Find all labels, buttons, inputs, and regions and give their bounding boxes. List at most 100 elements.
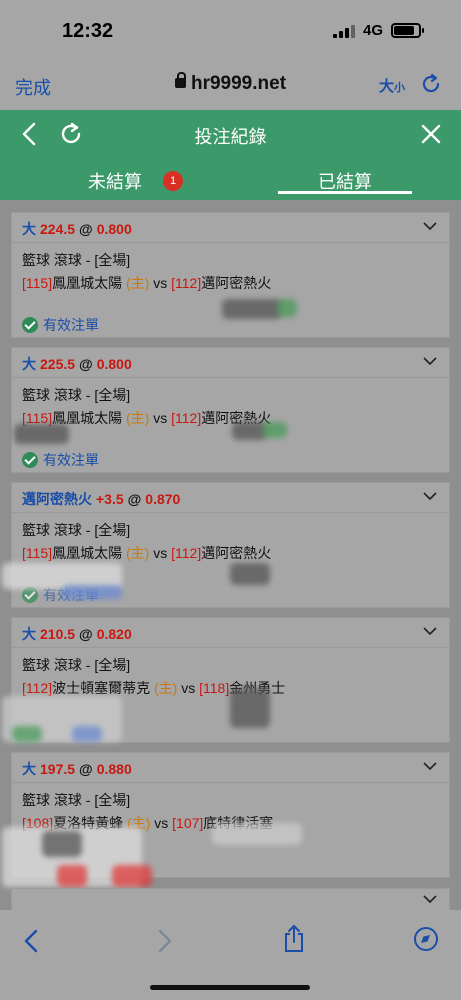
chevron-down-icon[interactable]	[423, 894, 437, 904]
bet-line: +3.5	[96, 491, 124, 507]
away-team-id: [107]	[172, 815, 204, 831]
match-line: [115]鳳凰城太陽 (主) vs [112]邁阿密熱火	[22, 273, 271, 293]
at-sign: @	[79, 626, 93, 642]
chevron-down-icon[interactable]	[423, 626, 437, 636]
away-team-id: [112]	[171, 545, 202, 561]
sport-label: 籃球 滾球 - [全場]	[22, 792, 131, 808]
signal-icon	[332, 24, 355, 38]
chevron-down-icon[interactable]	[423, 221, 437, 231]
bet-list[interactable]: 大 224.5 @0.800 籃球 滾球 - [全場] [115]鳳凰城太陽 (主)…	[0, 200, 461, 910]
sport-label: 籃球 滾球 - [全場]	[22, 522, 131, 538]
pending-count-badge: 1	[163, 171, 183, 191]
battery-icon	[391, 23, 424, 38]
home-team-id: [112]	[22, 680, 53, 696]
bet-card[interactable]	[11, 888, 450, 910]
text-size-small: 小	[394, 82, 405, 94]
bet-odds: 0.800	[96, 221, 132, 237]
app-header: 投注紀錄	[0, 110, 461, 158]
bet-status-label: 有效注單	[43, 452, 99, 468]
bet-card[interactable]: 邁阿密熱火 +3.5 @0.870 籃球 滾球 - [全場] [115]鳳凰城太陽 …	[2, 482, 450, 608]
bet-card[interactable]: 大 225.5 @0.800 籃球 滾球 - [全場] [115]鳳凰城太陽 (主)…	[11, 347, 450, 473]
redacted-area	[42, 831, 82, 857]
bet-status: 有效注單	[22, 450, 99, 470]
sport-label: 籃球 滾球 - [全場]	[22, 387, 131, 403]
lock-icon	[174, 71, 186, 88]
redacted-area	[14, 424, 69, 444]
redacted-area	[62, 585, 122, 599]
bet-card[interactable]: 大 224.5 @0.800 籃球 滾球 - [全場] [115]鳳凰城太陽 (主)…	[11, 212, 450, 338]
tab-bar: 未結算 1 已結算	[0, 158, 461, 200]
check-circle-icon	[22, 452, 38, 468]
at-sign: @	[127, 491, 142, 507]
forward-icon[interactable]	[156, 928, 174, 954]
bet-selection: 大	[22, 356, 36, 372]
redacted-area	[212, 823, 302, 845]
compass-icon[interactable]	[413, 926, 439, 952]
sport-label: 籃球 滾球 - [全場]	[22, 657, 131, 673]
match-line: [115]鳳凰城太陽 (主) vs [112]邁阿密熱火	[22, 543, 271, 563]
bet-header[interactable]: 大 225.5 @0.800	[12, 348, 449, 378]
text-size-main: 大	[378, 78, 394, 95]
away-team-id: [112]	[171, 275, 202, 291]
vs-label: vs	[181, 680, 196, 696]
at-sign: @	[79, 356, 93, 372]
close-icon[interactable]	[419, 122, 443, 146]
vs-label: vs	[153, 410, 168, 426]
status-indicators: 4G	[332, 22, 424, 39]
home-team: 鳳凰城太陽	[52, 275, 123, 291]
bet-odds: 0.880	[96, 761, 132, 777]
chevron-down-icon[interactable]	[423, 356, 437, 366]
bet-selection: 大	[22, 221, 36, 237]
home-tag: (主)	[126, 275, 150, 291]
chevron-down-icon[interactable]	[423, 761, 437, 771]
bet-card[interactable]: 大 197.5 @0.880 籃球 滾球 - [全場] [108]夏洛特黃蜂 (主)…	[2, 752, 450, 887]
text-size-button[interactable]: 大小	[379, 75, 405, 96]
redacted-area	[112, 865, 152, 887]
bet-header[interactable]: 大 210.5 @0.820	[12, 618, 449, 648]
bet-odds: 0.820	[96, 626, 132, 642]
reload-icon[interactable]	[419, 72, 443, 96]
back-icon[interactable]	[22, 928, 40, 954]
away-team-id: [112]	[171, 410, 202, 426]
tab-pending[interactable]: 未結算	[88, 168, 142, 194]
bet-line: 210.5	[40, 626, 76, 642]
redacted-area	[230, 563, 270, 585]
away-team: 邁阿密熱火	[201, 275, 272, 291]
check-circle-icon	[22, 587, 38, 603]
redacted-area	[277, 299, 297, 317]
vs-label: vs	[154, 815, 169, 831]
browser-bar: 完成 hr9999.net 大小	[0, 60, 461, 110]
status-bar: 12:32 4G	[0, 0, 461, 60]
bet-selection: 邁阿密熱火	[22, 491, 92, 507]
sport-label: 籃球 滾球 - [全場]	[22, 252, 131, 268]
home-tag: (主)	[126, 545, 150, 561]
bet-odds: 0.800	[96, 356, 132, 372]
redacted-area	[222, 299, 282, 319]
bet-line: 224.5	[40, 221, 76, 237]
bet-header[interactable]: 大 197.5 @0.880	[12, 753, 449, 783]
status-time: 12:32	[62, 20, 114, 42]
bet-line: 225.5	[40, 356, 76, 372]
away-team-id: [118]	[199, 680, 230, 696]
share-icon[interactable]	[281, 924, 307, 954]
home-team: 鳳凰城太陽	[52, 545, 123, 561]
redacted-area	[12, 726, 42, 742]
chevron-down-icon[interactable]	[423, 491, 437, 501]
bet-card[interactable]: 大 210.5 @0.820 籃球 滾球 - [全場] [112]波士頓塞爾蒂克 (…	[2, 617, 450, 743]
browser-toolbar	[0, 910, 461, 1000]
bet-status-label: 有效注單	[43, 317, 99, 333]
at-sign: @	[79, 761, 93, 777]
away-team: 邁阿密熱火	[201, 545, 272, 561]
url-text: hr9999.net	[190, 73, 287, 94]
bet-selection: 大	[22, 626, 36, 642]
vs-label: vs	[153, 275, 168, 291]
home-team-id: [115]	[22, 545, 53, 561]
check-circle-icon	[22, 317, 38, 333]
redacted-area	[262, 422, 287, 438]
bet-status: 有效注單	[22, 315, 99, 335]
bet-header[interactable]: 大 224.5 @0.800	[12, 213, 449, 243]
bet-odds: 0.870	[145, 491, 181, 507]
at-sign: @	[79, 221, 93, 237]
bet-header[interactable]: 邁阿密熱火 +3.5 @0.870	[12, 483, 449, 513]
active-tab-indicator	[278, 191, 412, 194]
